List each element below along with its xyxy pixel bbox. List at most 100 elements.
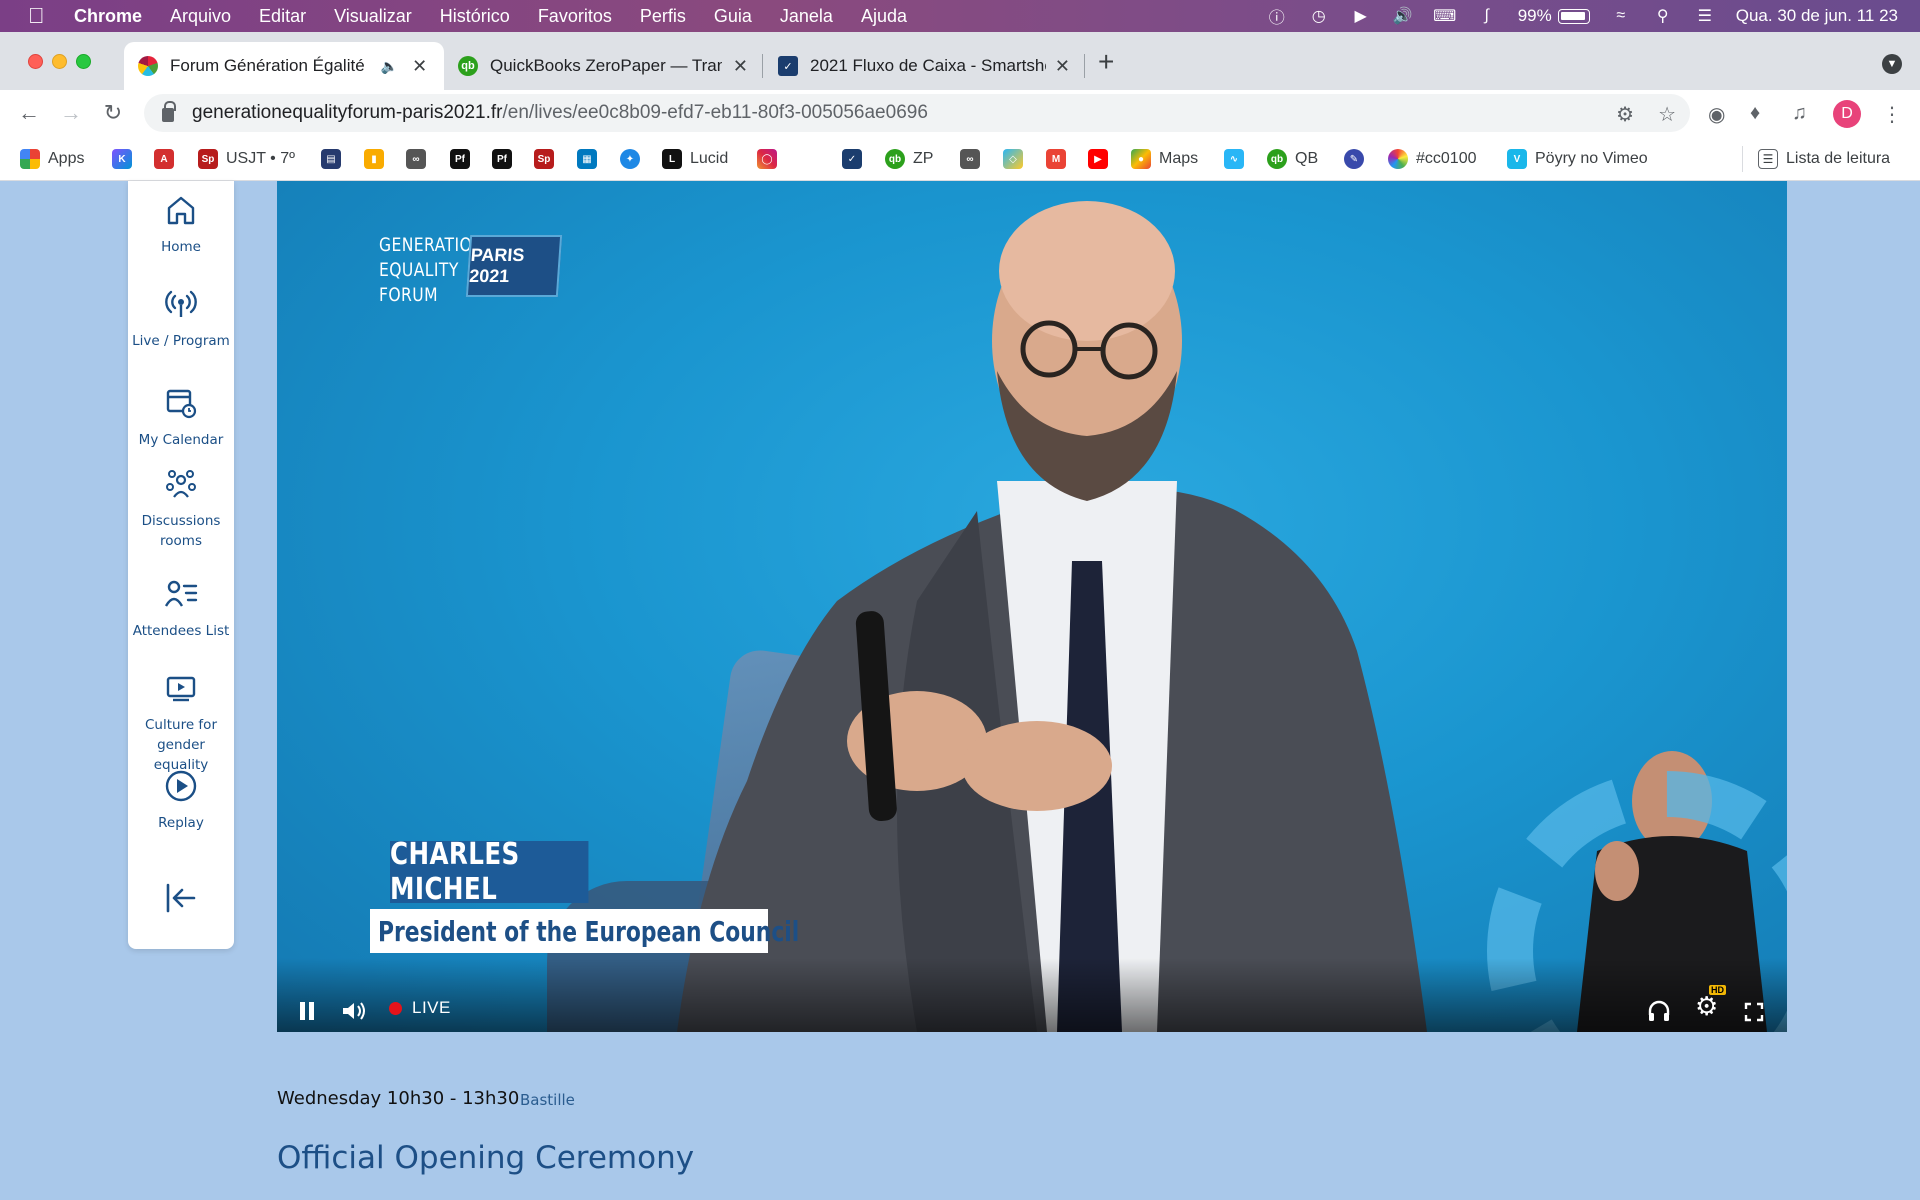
bookmark-instagram[interactable]: ◯ xyxy=(757,147,777,171)
apple-icon[interactable]:  xyxy=(28,3,58,29)
bookmark-qb[interactable]: qb QB xyxy=(1267,147,1318,171)
menu-visualizar[interactable]: Visualizar xyxy=(334,6,412,27)
bookmark-youtube[interactable]: ▶ xyxy=(1088,147,1108,171)
tab-smartsheet[interactable]: ✓ 2021 Fluxo de Caixa - Smartshe ✕ xyxy=(764,42,1084,90)
window-zoom-button[interactable] xyxy=(76,54,91,69)
audio-track-button[interactable] xyxy=(1647,1000,1671,1022)
bookmark-lucid[interactable]: L Lucid xyxy=(662,147,728,171)
hd-badge: HD xyxy=(1709,985,1726,995)
url-text[interactable]: generationequalityforum-paris2021.fr/en/… xyxy=(192,102,928,124)
bookmark-wave[interactable]: ∿ xyxy=(1224,147,1244,171)
bookmark-usjt[interactable]: Sp USJT • 7º xyxy=(198,147,295,171)
menu-editar[interactable]: Editar xyxy=(259,6,306,27)
macos-menu-bar:  Chrome Arquivo Editar Visualizar Histó… xyxy=(0,0,1920,32)
bookmark-cc0100[interactable]: #cc0100 xyxy=(1388,147,1477,171)
new-tab-icon[interactable]: + xyxy=(1098,48,1114,76)
extensions-puzzle-icon[interactable]: ♦ xyxy=(1750,102,1760,125)
sidebar-item-culture-gender-equality[interactable]: Culture for gender equality xyxy=(128,671,234,775)
onepassword-icon[interactable]: ⓘ xyxy=(1266,7,1288,27)
sidebar-item-home[interactable]: Home xyxy=(128,193,234,257)
bookmark-infinity-2[interactable]: ∞ xyxy=(960,147,980,171)
volume-button[interactable] xyxy=(341,1000,367,1022)
lock-icon[interactable] xyxy=(162,101,176,122)
sidebar-item-label: Discussions rooms xyxy=(141,513,221,549)
settings-button[interactable]: ⚙ HD xyxy=(1695,985,1726,1022)
bookmark-smartsheet[interactable]: ✓ xyxy=(842,147,862,171)
pf-icon: Pf xyxy=(450,149,470,169)
live-indicator[interactable]: LIVE xyxy=(389,998,451,1018)
menu-arquivo[interactable]: Arquivo xyxy=(170,6,231,27)
sidebar-item-discussions-rooms[interactable]: Discussions rooms xyxy=(128,467,234,551)
window-close-button[interactable] xyxy=(28,54,43,69)
bookmark-reading-list[interactable]: ☰ Lista de leitura xyxy=(1758,147,1890,171)
bookmark-diamond[interactable]: ◇ xyxy=(1003,147,1023,171)
airplay-icon[interactable]: ◷ xyxy=(1308,7,1330,25)
bookmark-book[interactable]: ▤ xyxy=(321,147,341,171)
calendar-clock-icon xyxy=(166,389,197,419)
menu-guia[interactable]: Guia xyxy=(714,6,752,27)
address-bar[interactable]: generationequalityforum-paris2021.fr/en/… xyxy=(144,94,1690,132)
sidebar-item-my-calendar[interactable]: My Calendar xyxy=(128,386,234,450)
battery-status[interactable]: 99% xyxy=(1518,6,1590,26)
tab-quickbooks[interactable]: qb QuickBooks ZeroPaper — Trans ✕ xyxy=(444,42,762,90)
tab-close-icon[interactable]: ✕ xyxy=(733,56,748,77)
menu-janela[interactable]: Janela xyxy=(780,6,833,27)
reload-icon[interactable]: ↻ xyxy=(100,100,126,126)
bookmark-sp[interactable]: Sp xyxy=(534,147,554,171)
menu-favoritos[interactable]: Favoritos xyxy=(538,6,612,27)
sidebar-item-replay[interactable]: Replay xyxy=(128,769,234,833)
bookmark-analytics[interactable]: ▮ xyxy=(364,147,384,171)
profile-avatar[interactable]: D xyxy=(1833,100,1861,128)
tab-forum-generation-egalite[interactable]: Forum Génération Égalité 🔈 ✕ xyxy=(124,42,444,90)
book-icon: ▤ xyxy=(321,149,341,169)
bookmark-pf[interactable]: Pf xyxy=(450,147,470,171)
live-video-player[interactable]: GENERATION EQUALITY FORUM PARIS 2021 CHA… xyxy=(277,181,1787,1032)
back-arrow-icon[interactable]: ← xyxy=(16,100,42,126)
menu-perfis[interactable]: Perfis xyxy=(640,6,686,27)
tab-close-icon[interactable]: ✕ xyxy=(412,56,427,77)
media-queue-icon[interactable]: ♫ xyxy=(1792,102,1807,125)
keyboard-icon[interactable]: ⌨ xyxy=(1433,7,1456,25)
volume-icon[interactable]: 🔊 xyxy=(1392,7,1414,25)
menu-ajuda[interactable]: Ajuda xyxy=(861,6,907,27)
tab-audio-icon[interactable]: 🔈 xyxy=(381,58,398,75)
bookmark-pdf[interactable]: A xyxy=(154,147,174,171)
bookmark-pf-2[interactable]: Pf xyxy=(492,147,512,171)
menu-historico[interactable]: Histórico xyxy=(440,6,510,27)
sidebar-item-logout[interactable] xyxy=(128,881,234,915)
pf-icon: Pf xyxy=(492,149,512,169)
fullscreen-button[interactable] xyxy=(1744,1002,1764,1022)
media-play-icon[interactable]: ▶ xyxy=(1350,7,1372,25)
window-minimize-button[interactable] xyxy=(52,54,67,69)
bookmark-apps[interactable]: Apps xyxy=(20,147,84,171)
pause-icon xyxy=(300,1002,314,1020)
bookmark-infinity[interactable]: ∞ xyxy=(406,147,426,171)
forward-arrow-icon[interactable]: → xyxy=(58,100,84,126)
bookmark-star-icon[interactable]: ☆ xyxy=(1658,102,1676,127)
pocket-icon[interactable]: ◉ xyxy=(1708,102,1725,127)
tab-search-icon[interactable]: ▼ xyxy=(1882,54,1902,74)
sidebar-item-live-program[interactable]: Live / Program xyxy=(128,287,234,351)
bookmark-pen[interactable]: ✎ xyxy=(1344,147,1364,171)
menu-clock[interactable]: Qua. 30 de jun. 11 23 xyxy=(1736,6,1898,26)
bookmark-gmail[interactable]: M xyxy=(1046,147,1066,171)
more-menu-icon[interactable]: ⋮ xyxy=(1882,102,1902,127)
color-wheel-icon xyxy=(1388,149,1408,169)
bookmark-bug[interactable]: ✦ xyxy=(620,147,640,171)
tab-close-icon[interactable]: ✕ xyxy=(1055,56,1070,77)
bookmark-trello[interactable]: ▦ xyxy=(577,147,597,171)
control-center-icon[interactable]: ☰ xyxy=(1694,7,1716,25)
bluetooth-icon[interactable]: ∫ xyxy=(1476,7,1498,25)
spotlight-search-icon[interactable]: ⚲ xyxy=(1652,7,1674,25)
bookmark-zp[interactable]: qb ZP xyxy=(885,147,933,171)
sidebar-item-attendees-list[interactable]: Attendees List xyxy=(128,577,234,641)
bookmark-maps[interactable]: ● Maps xyxy=(1131,147,1198,171)
translate-icon[interactable]: ⚙ xyxy=(1616,102,1634,127)
bookmark-poyry-vimeo[interactable]: V Pöyry no Vimeo xyxy=(1507,147,1648,171)
session-room[interactable]: Bastille xyxy=(520,1091,575,1109)
wifi-icon[interactable]: ≈ xyxy=(1610,7,1632,25)
pause-button[interactable] xyxy=(297,1000,317,1022)
menu-app-name[interactable]: Chrome xyxy=(74,6,142,27)
speaker-name-caption: CHARLES MICHEL xyxy=(390,837,589,907)
bookmark-kotlin[interactable]: K xyxy=(112,147,132,171)
